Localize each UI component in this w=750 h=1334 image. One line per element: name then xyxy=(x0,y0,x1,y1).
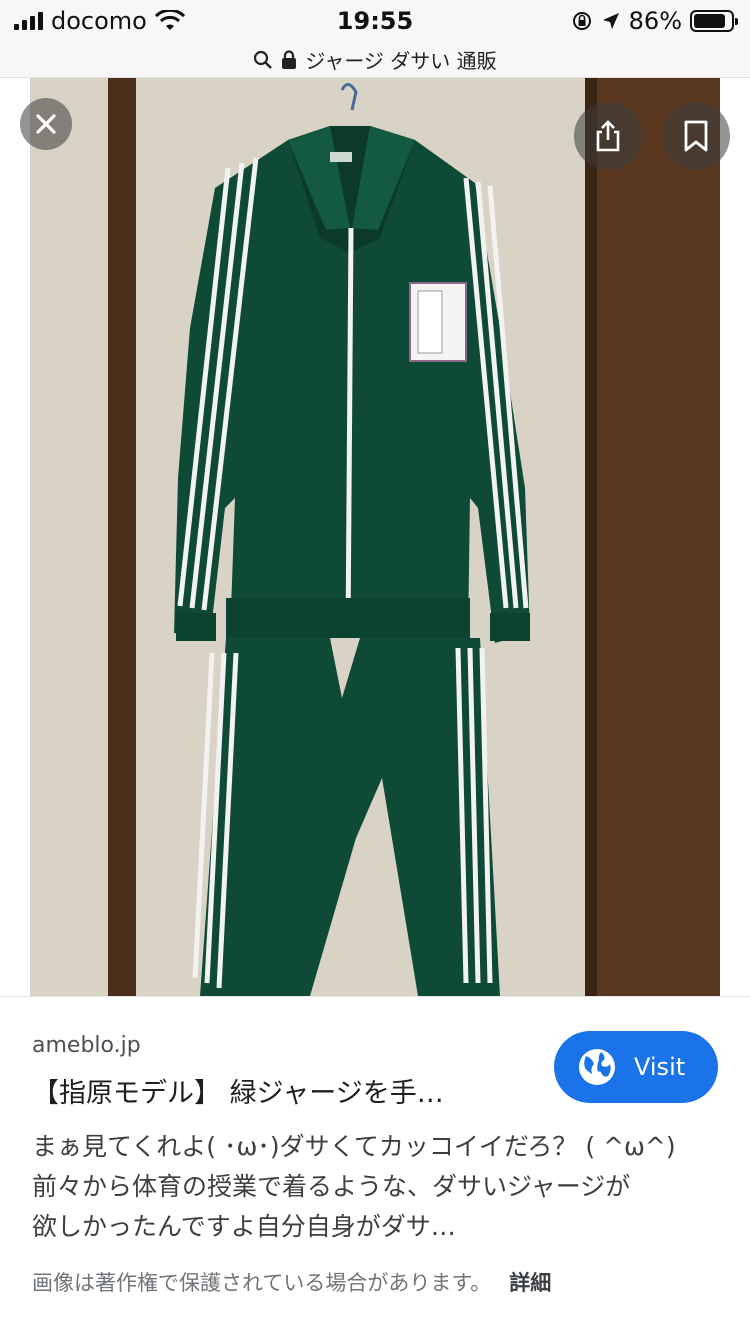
visit-button[interactable]: Visit xyxy=(554,1031,718,1103)
description-line: 欲しかったんですよ自分自身がダサ… xyxy=(32,1212,456,1241)
source-domain[interactable]: ameblo.jp xyxy=(32,1033,141,1058)
battery-fill xyxy=(694,14,725,28)
search-icon xyxy=(254,50,273,69)
visit-label: Visit xyxy=(634,1053,686,1081)
rotation-lock-icon xyxy=(572,12,591,30)
status-right: 86% xyxy=(571,6,738,36)
url-bar[interactable]: ジャージ ダサい 通販 xyxy=(0,42,750,78)
copyright-notice: 画像は著作権で保護されている場合があります。 xyxy=(32,1271,492,1295)
details-link[interactable]: 詳細 xyxy=(509,1267,551,1297)
battery-icon xyxy=(690,10,738,32)
tracksuit-photo xyxy=(30,78,720,996)
close-icon xyxy=(36,114,56,134)
image-viewer[interactable] xyxy=(0,78,750,996)
description-line: 前々から体育の授業で着るような、ダサいジャージが xyxy=(32,1172,631,1201)
battery-percent: 86% xyxy=(628,7,682,35)
description-line: まぁ見てくれよ( ･ω･)ダサくてカッコイイだろ？ ( ^ω^) xyxy=(32,1132,676,1161)
bookmark-icon xyxy=(684,120,708,152)
share-button[interactable] xyxy=(574,102,642,170)
globe-icon xyxy=(579,1049,615,1085)
result-image[interactable] xyxy=(30,78,720,996)
status-bar: docomo 19:55 86% xyxy=(0,0,750,42)
result-description: まぁ見てくれよ( ･ω･)ダサくてカッコイイだろ？ ( ^ω^) 前々から体育の… xyxy=(32,1127,722,1247)
search-query: ジャージ ダサい 通販 xyxy=(305,49,497,73)
save-button[interactable] xyxy=(662,102,730,170)
copyright-footer: 画像は著作権で保護されている場合があります。 詳細 xyxy=(32,1267,551,1297)
result-info-panel: ameblo.jp 【指原モデル】 緑ジャージを手… Visit まぁ見てくれよ… xyxy=(0,996,750,1334)
lock-icon xyxy=(282,49,297,69)
share-icon xyxy=(596,120,620,152)
location-icon xyxy=(602,13,619,29)
result-title[interactable]: 【指原モデル】 緑ジャージを手… xyxy=(32,1071,532,1110)
close-button[interactable] xyxy=(20,98,72,150)
